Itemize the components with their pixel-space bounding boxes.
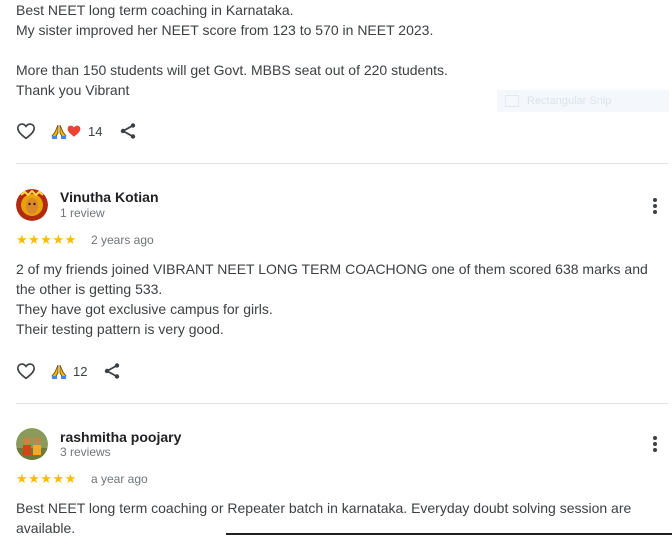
- divider: [16, 163, 668, 164]
- avatar[interactable]: [16, 428, 48, 460]
- share-icon[interactable]: [103, 362, 121, 380]
- heart-outline-icon[interactable]: [16, 362, 36, 380]
- review-text-line: the other is getting 533.: [16, 281, 163, 297]
- star-rating: ★★★★★: [16, 471, 77, 486]
- reaction-count: 12: [73, 364, 88, 379]
- review-time: 2 years ago: [91, 233, 154, 247]
- review-text-line: Thank you Vibrant: [16, 82, 130, 98]
- reviewer-review-count: 3 reviews: [60, 445, 111, 459]
- avatar-image: [16, 428, 48, 460]
- reviewer-name[interactable]: rashmitha poojary: [60, 429, 181, 445]
- folded-hands-icon: [51, 364, 67, 379]
- snip-tool-ghost: Rectangular Snip: [497, 90, 669, 112]
- review-text-line: More than 150 students will get Govt. MB…: [16, 62, 448, 78]
- review-text-line: Their testing pattern is very good.: [16, 321, 224, 337]
- review-text-line: They have got exclusive campus for girls…: [16, 301, 273, 317]
- snip-label: Rectangular Snip: [527, 95, 612, 107]
- reviewer-review-count: 1 review: [60, 206, 105, 220]
- snip-icon: [505, 95, 519, 108]
- avatar[interactable]: [16, 189, 48, 221]
- reviewer-name[interactable]: Vinutha Kotian: [60, 189, 159, 205]
- review-text-line: available.: [16, 520, 76, 536]
- review-time: a year ago: [91, 472, 148, 486]
- review-text-line: 2 of my friends joined VIBRANT NEET LONG…: [16, 261, 648, 277]
- more-vert-icon[interactable]: [652, 436, 658, 454]
- star-rating: ★★★★★: [16, 232, 77, 247]
- reaction-count: 14: [88, 124, 103, 139]
- share-icon[interactable]: [119, 122, 137, 140]
- divider: [16, 403, 668, 404]
- red-heart-icon: [67, 125, 81, 137]
- review-text-line: My sister improved her NEET score from 1…: [16, 22, 434, 38]
- heart-outline-icon[interactable]: [16, 122, 36, 140]
- review-text-line: Best NEET long term coaching or Repeater…: [16, 500, 632, 516]
- avatar-image: [16, 189, 48, 221]
- review-text-line: Best NEET long term coaching in Karnatak…: [16, 2, 294, 18]
- more-vert-icon[interactable]: [652, 198, 658, 216]
